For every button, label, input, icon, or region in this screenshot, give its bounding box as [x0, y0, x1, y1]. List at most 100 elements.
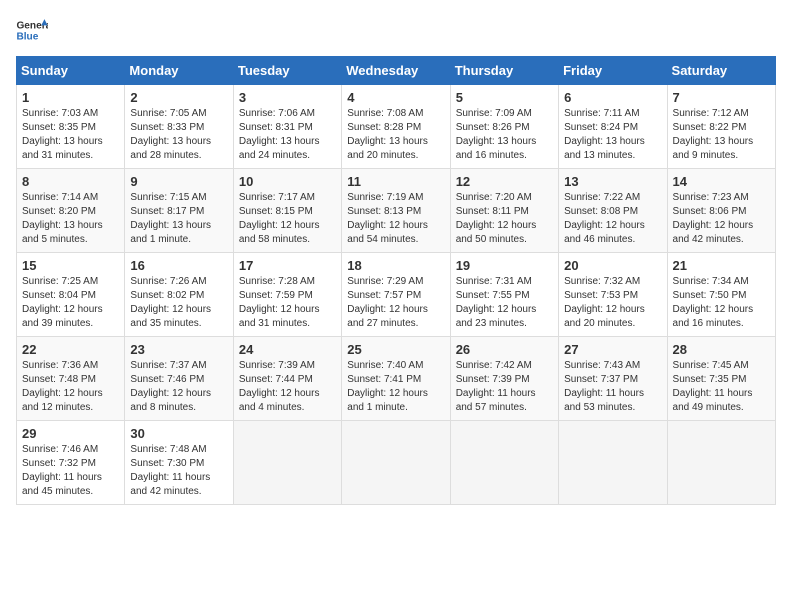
calendar-day-cell	[450, 421, 558, 505]
day-info: Sunrise: 7:45 AMSunset: 7:35 PMDaylight:…	[673, 359, 770, 415]
calendar-table: SundayMondayTuesdayWednesdayThursdayFrid…	[16, 56, 776, 505]
weekday-header-saturday: Saturday	[667, 57, 775, 85]
day-info: Sunrise: 7:09 AMSunset: 8:26 PMDaylight:…	[456, 107, 553, 163]
calendar-day-cell: 2Sunrise: 7:05 AMSunset: 8:33 PMDaylight…	[125, 85, 233, 169]
day-info: Sunrise: 7:37 AMSunset: 7:46 PMDaylight:…	[130, 359, 227, 415]
weekday-header-friday: Friday	[559, 57, 667, 85]
day-number: 26	[456, 342, 553, 357]
day-info: Sunrise: 7:06 AMSunset: 8:31 PMDaylight:…	[239, 107, 336, 163]
day-number: 9	[130, 174, 227, 189]
day-info: Sunrise: 7:32 AMSunset: 7:53 PMDaylight:…	[564, 275, 661, 331]
day-number: 19	[456, 258, 553, 273]
day-info: Sunrise: 7:29 AMSunset: 7:57 PMDaylight:…	[347, 275, 444, 331]
weekday-header-wednesday: Wednesday	[342, 57, 450, 85]
day-number: 23	[130, 342, 227, 357]
calendar-day-cell: 25Sunrise: 7:40 AMSunset: 7:41 PMDayligh…	[342, 337, 450, 421]
calendar-day-cell	[559, 421, 667, 505]
calendar-day-cell: 18 Sunrise: 7:29 AMSunset: 7:57 PMDayligh…	[342, 253, 450, 337]
calendar-day-cell: 11 Sunrise: 7:19 AMSunset: 8:13 PMDayligh…	[342, 169, 450, 253]
calendar-day-cell: 16 Sunrise: 7:26 AMSunset: 8:02 PMDayligh…	[125, 253, 233, 337]
calendar-day-cell: 3 Sunrise: 7:06 AMSunset: 8:31 PMDaylight…	[233, 85, 341, 169]
calendar-day-cell: 6 Sunrise: 7:11 AMSunset: 8:24 PMDaylight…	[559, 85, 667, 169]
day-number: 14	[673, 174, 770, 189]
calendar-day-cell: 26 Sunrise: 7:42 AMSunset: 7:39 PMDayligh…	[450, 337, 558, 421]
weekday-header-monday: Monday	[125, 57, 233, 85]
calendar-day-cell	[342, 421, 450, 505]
weekday-header-tuesday: Tuesday	[233, 57, 341, 85]
day-number: 29	[22, 426, 119, 441]
calendar-day-cell: 9 Sunrise: 7:15 AMSunset: 8:17 PMDaylight…	[125, 169, 233, 253]
day-number: 22	[22, 342, 119, 357]
day-number: 21	[673, 258, 770, 273]
day-number: 7	[673, 90, 770, 105]
day-info: Sunrise: 7:12 AMSunset: 8:22 PMDaylight:…	[673, 107, 770, 163]
day-info: Sunrise: 7:11 AMSunset: 8:24 PMDaylight:…	[564, 107, 661, 163]
day-info: Sunrise: 7:25 AMSunset: 8:04 PMDaylight:…	[22, 275, 119, 331]
weekday-header-thursday: Thursday	[450, 57, 558, 85]
day-number: 6	[564, 90, 661, 105]
calendar-day-cell: 24 Sunrise: 7:39 AMSunset: 7:44 PMDayligh…	[233, 337, 341, 421]
calendar-week-row: 15 Sunrise: 7:25 AMSunset: 8:04 PMDayligh…	[17, 253, 776, 337]
day-info: Sunrise: 7:46 AMSunset: 7:32 PMDaylight:…	[22, 443, 119, 499]
calendar-day-cell: 30 Sunrise: 7:48 AMSunset: 7:30 PMDayligh…	[125, 421, 233, 505]
logo: General Blue	[16, 16, 48, 44]
calendar-day-cell: 7 Sunrise: 7:12 AMSunset: 8:22 PMDaylight…	[667, 85, 775, 169]
day-info: Sunrise: 7:14 AMSunset: 8:20 PMDaylight:…	[22, 191, 119, 247]
day-info: Sunrise: 7:28 AMSunset: 7:59 PMDaylight:…	[239, 275, 336, 331]
day-number: 28	[673, 342, 770, 357]
day-info: Sunrise: 7:20 AMSunset: 8:11 PMDaylight:…	[456, 191, 553, 247]
day-number: 25	[347, 342, 444, 357]
day-info: Sunrise: 7:34 AMSunset: 7:50 PMDaylight:…	[673, 275, 770, 331]
day-number: 30	[130, 426, 227, 441]
calendar-day-cell	[233, 421, 341, 505]
day-info: Sunrise: 7:48 AMSunset: 7:30 PMDaylight:…	[130, 443, 227, 499]
calendar-day-cell	[667, 421, 775, 505]
calendar-day-cell: 12 Sunrise: 7:20 AMSunset: 8:11 PMDayligh…	[450, 169, 558, 253]
day-info: Sunrise: 7:26 AMSunset: 8:02 PMDaylight:…	[130, 275, 227, 331]
day-info: Sunrise: 7:08 AMSunset: 8:28 PMDaylight:…	[347, 107, 444, 163]
day-info: Sunrise: 7:23 AMSunset: 8:06 PMDaylight:…	[673, 191, 770, 247]
day-number: 3	[239, 90, 336, 105]
header: General Blue	[16, 16, 776, 44]
calendar-week-row: 8 Sunrise: 7:14 AMSunset: 8:20 PMDaylight…	[17, 169, 776, 253]
calendar-day-cell: 5Sunrise: 7:09 AMSunset: 8:26 PMDaylight…	[450, 85, 558, 169]
day-number: 12	[456, 174, 553, 189]
logo-icon: General Blue	[16, 16, 48, 44]
calendar-day-cell: 10Sunrise: 7:17 AMSunset: 8:15 PMDayligh…	[233, 169, 341, 253]
calendar-day-cell: 8 Sunrise: 7:14 AMSunset: 8:20 PMDaylight…	[17, 169, 125, 253]
calendar-week-row: 29 Sunrise: 7:46 AMSunset: 7:32 PMDayligh…	[17, 421, 776, 505]
day-info: Sunrise: 7:39 AMSunset: 7:44 PMDaylight:…	[239, 359, 336, 415]
day-number: 17	[239, 258, 336, 273]
calendar-day-cell: 14 Sunrise: 7:23 AMSunset: 8:06 PMDayligh…	[667, 169, 775, 253]
day-info: Sunrise: 7:36 AMSunset: 7:48 PMDaylight:…	[22, 359, 119, 415]
calendar-day-cell: 23 Sunrise: 7:37 AMSunset: 7:46 PMDayligh…	[125, 337, 233, 421]
day-info: Sunrise: 7:43 AMSunset: 7:37 PMDaylight:…	[564, 359, 661, 415]
day-number: 1	[22, 90, 119, 105]
day-info: Sunrise: 7:03 AMSunset: 8:35 PMDaylight:…	[22, 107, 119, 163]
day-number: 16	[130, 258, 227, 273]
calendar-day-cell: 15 Sunrise: 7:25 AMSunset: 8:04 PMDayligh…	[17, 253, 125, 337]
day-number: 15	[22, 258, 119, 273]
day-info: Sunrise: 7:05 AMSunset: 8:33 PMDaylight:…	[130, 107, 227, 163]
calendar-week-row: 1 Sunrise: 7:03 AMSunset: 8:35 PMDaylight…	[17, 85, 776, 169]
day-info: Sunrise: 7:22 AMSunset: 8:08 PMDaylight:…	[564, 191, 661, 247]
calendar-week-row: 22 Sunrise: 7:36 AMSunset: 7:48 PMDayligh…	[17, 337, 776, 421]
calendar-day-cell: 13Sunrise: 7:22 AMSunset: 8:08 PMDayligh…	[559, 169, 667, 253]
day-number: 11	[347, 174, 444, 189]
day-info: Sunrise: 7:19 AMSunset: 8:13 PMDaylight:…	[347, 191, 444, 247]
calendar-day-cell: 22 Sunrise: 7:36 AMSunset: 7:48 PMDayligh…	[17, 337, 125, 421]
calendar-day-cell: 21 Sunrise: 7:34 AMSunset: 7:50 PMDayligh…	[667, 253, 775, 337]
weekday-header-row: SundayMondayTuesdayWednesdayThursdayFrid…	[17, 57, 776, 85]
day-number: 27	[564, 342, 661, 357]
day-info: Sunrise: 7:15 AMSunset: 8:17 PMDaylight:…	[130, 191, 227, 247]
day-number: 20	[564, 258, 661, 273]
calendar-day-cell: 29 Sunrise: 7:46 AMSunset: 7:32 PMDayligh…	[17, 421, 125, 505]
calendar-day-cell: 20 Sunrise: 7:32 AMSunset: 7:53 PMDayligh…	[559, 253, 667, 337]
day-number: 10	[239, 174, 336, 189]
calendar-day-cell: 4Sunrise: 7:08 AMSunset: 8:28 PMDaylight…	[342, 85, 450, 169]
day-info: Sunrise: 7:42 AMSunset: 7:39 PMDaylight:…	[456, 359, 553, 415]
day-info: Sunrise: 7:31 AMSunset: 7:55 PMDaylight:…	[456, 275, 553, 331]
day-number: 18	[347, 258, 444, 273]
day-number: 8	[22, 174, 119, 189]
day-number: 24	[239, 342, 336, 357]
